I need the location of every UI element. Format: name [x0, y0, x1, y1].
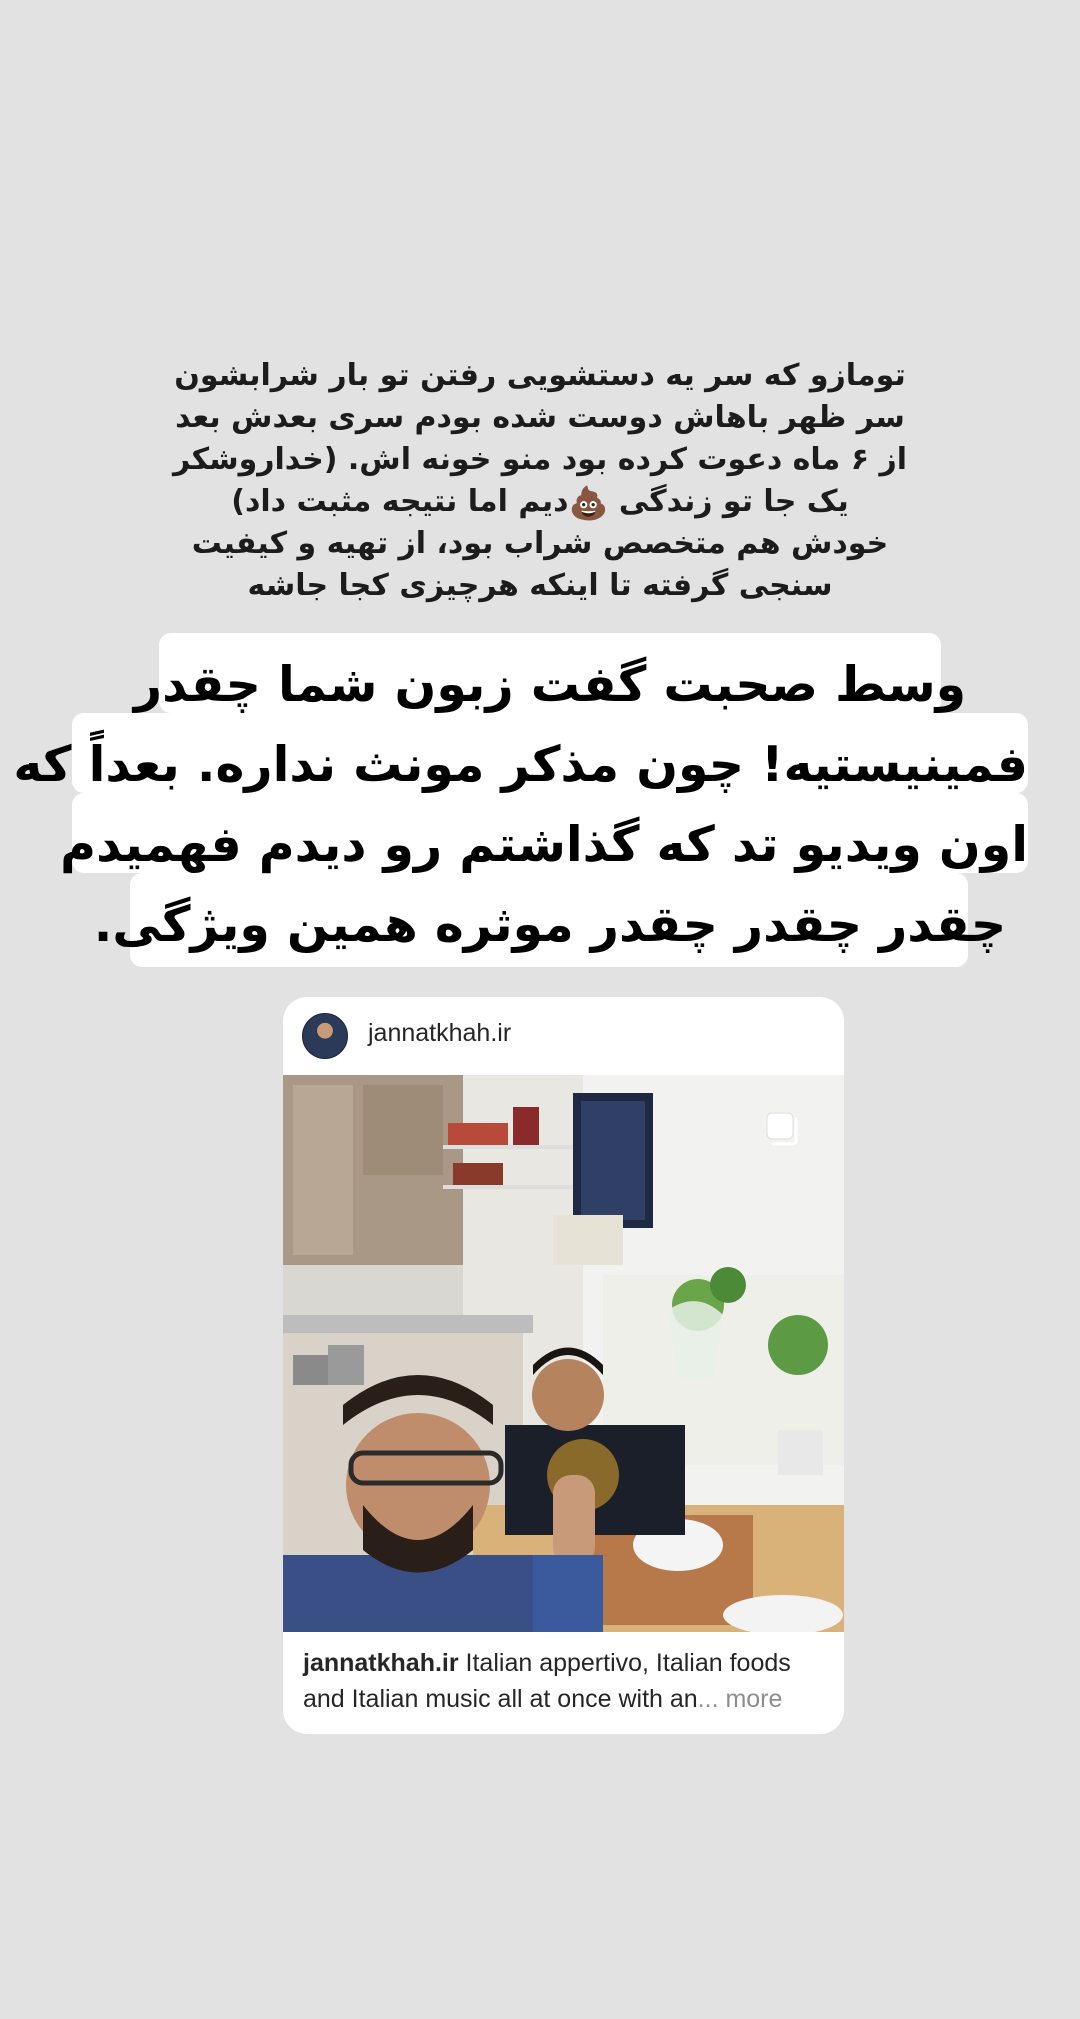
highlighted-text-block: وسط صحبت گفت زبون شما چقدر فمینیستیه! چو… [13, 633, 1028, 967]
caption-username[interactable]: jannatkhah.ir [303, 1649, 459, 1677]
story-caption-segment: یک جا تو زندگی [618, 484, 849, 519]
avatar[interactable] [302, 1013, 348, 1059]
poop-emoji-icon: 💩 [568, 484, 609, 522]
more-link[interactable]: ... more [698, 1685, 783, 1713]
story-caption: تومازو که سر یه دستشویی رفتن تو بار شراب… [150, 355, 930, 607]
story-caption-line: تومازو که سر یه دستشویی رفتن تو بار شراب… [174, 358, 906, 393]
post-username[interactable]: jannatkhah.ir [368, 1019, 511, 1048]
highlight-line: اون ویدیو تد که گذاشتم رو دیدم فهمیدم [60, 816, 1028, 873]
story-caption-line: از ۶ ماه دعوت کرده بود منو خونه اش. (خدا… [172, 442, 907, 477]
highlight-line: وسط صحبت گفت زبون شما چقدر [133, 656, 967, 713]
kitchen-dinner-photo [283, 1075, 844, 1632]
story-caption-line: سنجی گرفته تا اینکه هرچیزی کجا جاشه [247, 568, 833, 603]
highlight-line: فمینیستیه! چون مذکر مونث نداره. بعداً که [13, 736, 1028, 793]
highlight-text: وسط صحبت گفت زبون شما چقدر فمینیستیه! چو… [13, 645, 1028, 965]
highlight-line: چقدر چقدر چقدر موثره همین ویژگی. [93, 896, 1007, 953]
story-caption-line: سر ظهر باهاش دوست شده بودم سری بعدش بعد [175, 400, 905, 435]
story-caption-line: خودش هم متخصص شراب بود، از تهیه و کیفیت [191, 526, 889, 561]
multiple-photos-icon [766, 1112, 800, 1146]
post-header[interactable]: jannatkhah.ir [283, 997, 844, 1075]
story-caption-line-with-emoji: یک جا تو زندگی 💩دیم اما نتیجه مثبت داد) [150, 481, 930, 523]
post-caption[interactable]: jannatkhah.ir Italian appertivo, Italian… [303, 1645, 828, 1717]
story-caption-segment: دیم اما نتیجه مثبت داد) [231, 484, 569, 519]
shared-post-card[interactable]: jannatkhah.ir jannatkhah.ir Italian appe… [283, 997, 844, 1734]
post-photo[interactable] [283, 1075, 844, 1632]
